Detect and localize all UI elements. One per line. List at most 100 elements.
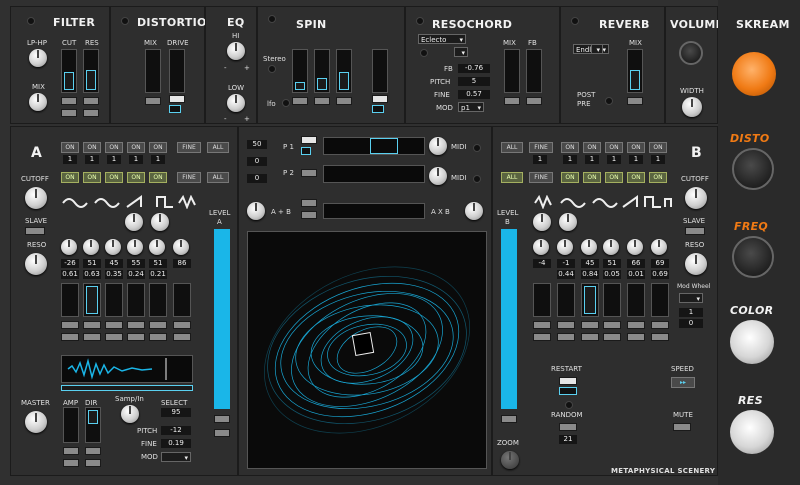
random-value[interactable]: 21 — [559, 435, 577, 444]
b-knob-value-6[interactable]: 69 — [651, 259, 669, 268]
cut-button-2[interactable] — [61, 109, 77, 117]
b-knob-value-5[interactable]: 66 — [627, 259, 645, 268]
a-knob-value-2[interactable]: 51 — [83, 259, 101, 268]
p2-btn[interactable] — [301, 169, 317, 177]
b-fader-6[interactable] — [651, 283, 669, 317]
master-knob[interactable] — [25, 411, 47, 433]
spin-enable-led[interactable] — [268, 15, 276, 23]
p2-display[interactable] — [323, 165, 425, 183]
resochord-fb-slider[interactable] — [526, 49, 542, 93]
a-fader-btn-3[interactable] — [105, 321, 123, 329]
a-knob-1[interactable] — [61, 239, 77, 255]
dir-btn[interactable] — [85, 447, 101, 455]
b-fine-2[interactable]: FINE — [529, 172, 553, 183]
b-knob-top-1[interactable] — [533, 213, 551, 231]
a-fader-btn-row2-5[interactable] — [149, 333, 167, 341]
b-slave-button[interactable] — [685, 227, 705, 235]
b-fader-1[interactable] — [533, 283, 551, 317]
a-waveform-selector[interactable] — [61, 195, 201, 209]
b-level-meter[interactable] — [501, 229, 517, 409]
a-fader-btn-2[interactable] — [83, 321, 101, 329]
spin-slider-3[interactable] — [336, 49, 352, 93]
res-button-2[interactable] — [83, 109, 99, 117]
a-fine-value[interactable]: 0.19 — [161, 439, 191, 448]
b-cutoff-knob[interactable] — [685, 187, 707, 209]
resochord-mix-slider[interactable] — [504, 49, 520, 93]
b-value-0[interactable]: 1 — [533, 155, 547, 164]
a-value-2[interactable]: 1 — [85, 155, 99, 164]
b-fader-btn-4[interactable] — [603, 321, 621, 329]
b-fader-btn-2[interactable] — [557, 321, 575, 329]
a-all-2[interactable]: ALL — [207, 172, 229, 183]
a-x-b-knob[interactable] — [465, 202, 483, 220]
volume-knob[interactable] — [679, 41, 703, 65]
random-button[interactable] — [559, 423, 577, 431]
b-value-5[interactable]: 1 — [651, 155, 665, 164]
resochord-led-2[interactable] — [420, 49, 428, 57]
a-plus-b-knob[interactable] — [247, 202, 265, 220]
mix-display[interactable] — [323, 203, 425, 219]
mute-button[interactable] — [673, 423, 691, 431]
b-fader-btn-5[interactable] — [627, 321, 645, 329]
resochord-preset-dropdown[interactable]: Eclecto — [418, 34, 466, 45]
cut-slider[interactable] — [61, 49, 77, 93]
b-toggle-3[interactable]: ON — [605, 142, 623, 153]
lfo-led[interactable] — [282, 99, 290, 107]
distortion-enable-led[interactable] — [121, 17, 129, 25]
a-knob-value-6[interactable]: 86 — [173, 259, 191, 268]
b-fader-value-4[interactable]: 0.01 — [627, 270, 645, 279]
res-slider[interactable] — [83, 49, 99, 93]
reverb-enable-led[interactable] — [571, 17, 579, 25]
a-fader-1[interactable] — [61, 283, 79, 317]
b-on-1[interactable]: ON — [561, 172, 579, 183]
stereo-led[interactable] — [268, 65, 276, 73]
b-knob-value-1[interactable]: -4 — [533, 259, 551, 268]
b-knob-3[interactable] — [581, 239, 597, 255]
midi-knob-1[interactable] — [429, 137, 447, 155]
restart-led[interactable] — [565, 401, 573, 409]
resochord-fb-btn[interactable] — [526, 97, 542, 105]
p1-btn-b[interactable] — [301, 147, 311, 155]
a-fader-value-1[interactable]: 0.61 — [61, 270, 79, 279]
drive-button-2[interactable] — [169, 105, 181, 113]
p1-btn-a[interactable] — [301, 136, 317, 144]
amp-slider[interactable] — [63, 407, 79, 443]
a-fader-btn-4[interactable] — [127, 321, 145, 329]
a-pitch-value[interactable]: -12 — [161, 426, 191, 435]
spin-btn-2[interactable] — [314, 97, 330, 105]
b-fader-btn-row2-5[interactable] — [627, 333, 645, 341]
a-fader-5[interactable] — [149, 283, 167, 317]
a-fader-value-3[interactable]: 0.35 — [105, 270, 123, 279]
b-fader-5[interactable] — [627, 283, 645, 317]
b-fader-value-1[interactable]: 0.44 — [557, 270, 575, 279]
a-knob-value-5[interactable]: 51 — [149, 259, 167, 268]
reverb-post-pre-led[interactable] — [605, 97, 613, 105]
b-fader-value-2[interactable]: 0.84 — [581, 270, 599, 279]
lphp-knob[interactable] — [29, 49, 47, 67]
b-fader-btn-1[interactable] — [533, 321, 551, 329]
p-value-50[interactable]: 50 — [247, 140, 267, 149]
a-mod-dropdown[interactable] — [161, 452, 191, 463]
a-toggle-4[interactable]: ON — [127, 142, 145, 153]
a-fader-btn-5[interactable] — [149, 321, 167, 329]
a-fader-3[interactable] — [105, 283, 123, 317]
a-value-3[interactable]: 1 — [107, 155, 121, 164]
reverb-mix-slider[interactable] — [627, 49, 643, 93]
mod-wheel-dropdown[interactable] — [679, 293, 703, 304]
b-toggle-2[interactable]: ON — [583, 142, 601, 153]
a-knob-3[interactable] — [105, 239, 121, 255]
zoom-knob[interactable] — [501, 451, 519, 469]
dist-mix-slider[interactable] — [145, 49, 161, 93]
b-all-toggle[interactable]: ALL — [501, 142, 523, 153]
spin-slider-2[interactable] — [314, 49, 330, 93]
a-fader-btn-row2-3[interactable] — [105, 333, 123, 341]
b-level-btn[interactable] — [501, 415, 517, 423]
resochord-enable-led[interactable] — [416, 17, 424, 25]
p1-display[interactable] — [323, 137, 425, 155]
a-knob-top-2[interactable] — [151, 213, 169, 231]
a-all-toggle[interactable]: ALL — [207, 142, 229, 153]
amp-btn[interactable] — [63, 447, 79, 455]
b-on-3[interactable]: ON — [605, 172, 623, 183]
a-knob-value-1[interactable]: -26 — [61, 259, 79, 268]
b-fader-btn-row2-3[interactable] — [581, 333, 599, 341]
